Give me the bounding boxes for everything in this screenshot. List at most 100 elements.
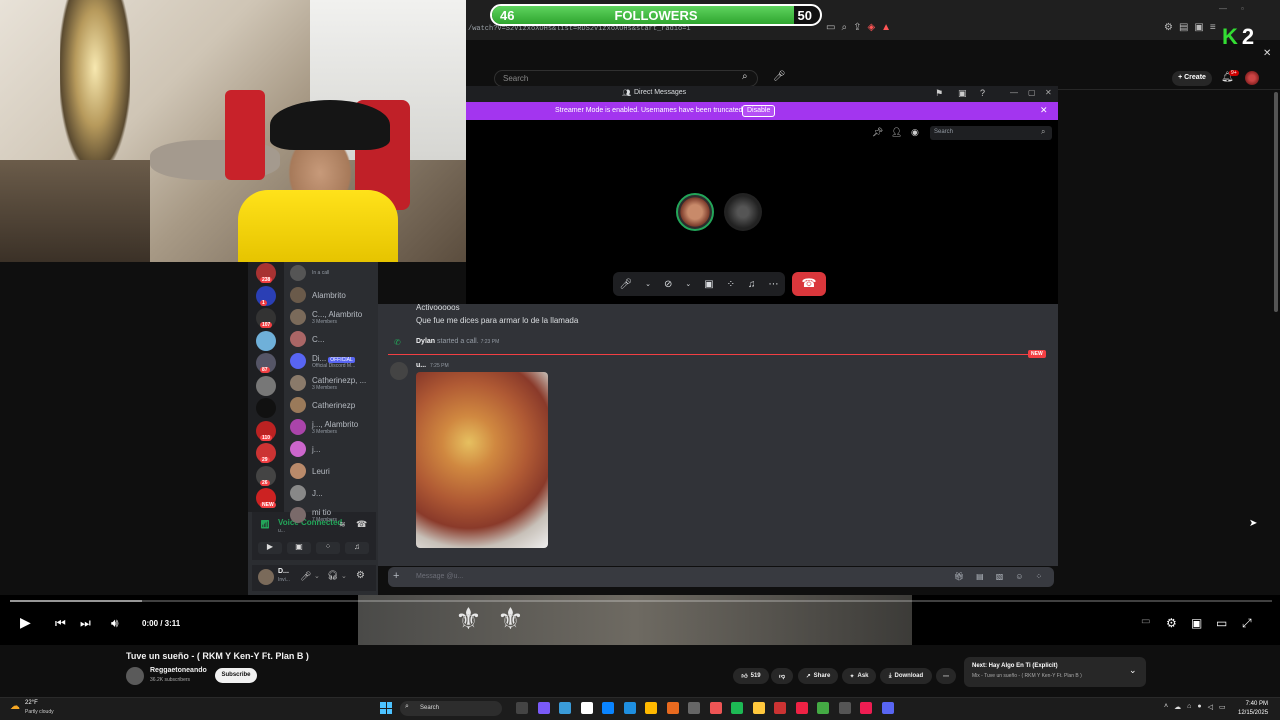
- menu-icon[interactable]: ≡: [1210, 22, 1216, 38]
- restore-icon[interactable]: ▫: [1241, 4, 1244, 13]
- gif-icon[interactable]: ▤: [976, 572, 984, 581]
- play-icon[interactable]: ▶: [20, 614, 31, 631]
- attach-plus-icon[interactable]: +: [393, 570, 399, 582]
- soundboard-button[interactable]: ♫: [345, 542, 369, 554]
- search-icon[interactable]: ⌕: [742, 71, 748, 82]
- taskbar-app-icon[interactable]: [752, 702, 765, 714]
- apps-icon[interactable]: ⁘: [1035, 572, 1042, 581]
- camera-off-icon[interactable]: ⊘: [664, 279, 672, 290]
- microphone-icon[interactable]: ●: [1197, 703, 1201, 711]
- dm-list-item[interactable]: C...: [290, 328, 324, 350]
- cloud-icon[interactable]: ☁: [1174, 703, 1181, 711]
- page-scrollbar[interactable]: [1274, 92, 1278, 312]
- more-options-button[interactable]: ⋯: [936, 668, 956, 684]
- taskbar-app-icon[interactable]: [537, 702, 550, 714]
- weather-icon[interactable]: ☁: [10, 701, 20, 712]
- sidebar-icon[interactable]: ▤: [1179, 22, 1188, 38]
- network-icon[interactable]: ⌂: [1187, 703, 1191, 711]
- next-icon[interactable]: ⏭: [80, 616, 91, 631]
- dm-list-item[interactable]: Alambrito: [290, 284, 346, 306]
- dm-list-item[interactable]: Catherinezp, ... 3 Members: [290, 372, 366, 394]
- close-banner-icon[interactable]: ✕: [1040, 105, 1048, 116]
- inbox-icon[interactable]: ▣: [958, 88, 967, 99]
- noise-suppression-icon[interactable]: ≋: [339, 520, 346, 529]
- taskbar-clock[interactable]: 7:40 PM 12/15/2025: [1238, 700, 1268, 718]
- settings-gear-icon[interactable]: ⚙: [356, 570, 365, 581]
- weather-temperature[interactable]: 22°F: [25, 700, 38, 706]
- taskbar-app-icon[interactable]: [666, 702, 679, 714]
- taskbar-app-icon[interactable]: [602, 702, 614, 714]
- user-profile-icon[interactable]: ◉: [911, 127, 919, 138]
- download-button[interactable]: ⤓ Download: [880, 668, 932, 684]
- zoom-icon[interactable]: ⌕: [841, 22, 847, 38]
- taskbar-app-icon[interactable]: [774, 702, 786, 714]
- progress-bar[interactable]: [10, 600, 1272, 602]
- close-icon[interactable]: ✕: [1263, 48, 1271, 59]
- help-icon[interactable]: ?: [980, 88, 985, 98]
- account-avatar[interactable]: [1245, 71, 1259, 85]
- disable-streamer-mode-button[interactable]: Disable: [742, 105, 776, 117]
- taskbar-app-icon[interactable]: [516, 702, 528, 714]
- server-icon[interactable]: [256, 375, 276, 396]
- dm-list-item[interactable]: mi tio 7 Members: [290, 504, 337, 526]
- battery-icon[interactable]: ▭: [1219, 703, 1226, 711]
- settings-gear-icon[interactable]: ⚙: [1166, 616, 1177, 630]
- channel-name[interactable]: Reggaetoneando: [150, 667, 207, 674]
- create-button[interactable]: + Create: [1172, 71, 1212, 86]
- channel-avatar[interactable]: [126, 667, 144, 685]
- extensions-icon[interactable]: ⚙: [1164, 22, 1173, 38]
- ask-button[interactable]: ✦ Ask: [842, 668, 876, 684]
- taskbar-app-icon[interactable]: [881, 702, 894, 714]
- taskbar-app-icon[interactable]: [645, 702, 657, 714]
- subscribe-button[interactable]: Subscribe: [215, 668, 257, 683]
- wallet-icon[interactable]: ▣: [1194, 22, 1203, 38]
- message-author[interactable]: u...: [416, 362, 426, 369]
- chevron-up-icon[interactable]: ˄: [1164, 703, 1168, 711]
- message-avatar[interactable]: [390, 362, 408, 380]
- disconnect-icon[interactable]: ☎: [356, 519, 367, 530]
- add-friends-icon[interactable]: 👤︎: [891, 127, 902, 138]
- cast-icon[interactable]: ▭: [1216, 616, 1227, 630]
- share-icon[interactable]: ⇪: [853, 22, 861, 38]
- chevron-down-icon[interactable]: ⌄: [645, 280, 651, 288]
- activities-icon[interactable]: ⁘: [727, 279, 735, 290]
- up-next-card[interactable]: [964, 657, 1146, 687]
- activities-button[interactable]: ⁘: [316, 542, 340, 554]
- start-windows-icon[interactable]: [380, 702, 392, 714]
- taskbar-app-icon[interactable]: [623, 702, 636, 714]
- microphone-icon[interactable]: 🎤︎: [300, 571, 311, 582]
- fullscreen-icon[interactable]: ⤢: [1242, 616, 1252, 631]
- cast-icon[interactable]: ▭: [826, 22, 835, 38]
- taskbar-app-icon[interactable]: [559, 702, 571, 714]
- user-avatar[interactable]: [258, 569, 274, 585]
- taskbar-search[interactable]: Search: [400, 701, 502, 716]
- previous-icon[interactable]: ⏮: [55, 616, 66, 631]
- microphone-icon[interactable]: 🎤︎: [619, 279, 632, 290]
- chevron-down-icon[interactable]: ⌄: [685, 280, 691, 288]
- dm-list-item[interactable]: j..., Alambrito 3 Members: [290, 416, 358, 438]
- server-icon[interactable]: [256, 330, 276, 351]
- close-icon[interactable]: ✕: [1045, 88, 1052, 97]
- pin-icon[interactable]: 📌︎: [872, 127, 883, 138]
- rewards-icon[interactable]: ▲: [881, 22, 891, 38]
- hang-up-button[interactable]: ☎: [792, 272, 826, 296]
- flag-icon[interactable]: ⚑: [935, 88, 943, 99]
- captions-icon[interactable]: ▭: [1141, 616, 1150, 627]
- dm-list-item[interactable]: Leuri: [290, 460, 330, 482]
- share-button[interactable]: ↗ Share: [798, 668, 838, 684]
- youtube-search-input[interactable]: Search: [494, 70, 758, 87]
- dm-list-item[interactable]: j...: [290, 438, 320, 460]
- call-participant-avatar[interactable]: [724, 193, 762, 231]
- taskbar-app-icon[interactable]: [817, 702, 829, 714]
- dislike-button[interactable]: 👎︎: [771, 668, 793, 684]
- taskbar-app-icon[interactable]: [688, 702, 700, 714]
- dm-list-item[interactable]: Catherinezp: [290, 394, 355, 416]
- volume-icon[interactable]: 🔊︎: [111, 616, 119, 631]
- chevron-down-icon[interactable]: ⌄: [341, 572, 347, 580]
- call-participant-avatar[interactable]: [676, 193, 714, 231]
- taskbar-app-icon[interactable]: [838, 702, 851, 714]
- minimize-icon[interactable]: —: [1219, 4, 1227, 13]
- camera-button[interactable]: ▶: [258, 542, 282, 554]
- minimize-icon[interactable]: —: [1010, 88, 1018, 97]
- dm-list-item[interactable]: C..., Alambrito 3 Members: [290, 306, 362, 328]
